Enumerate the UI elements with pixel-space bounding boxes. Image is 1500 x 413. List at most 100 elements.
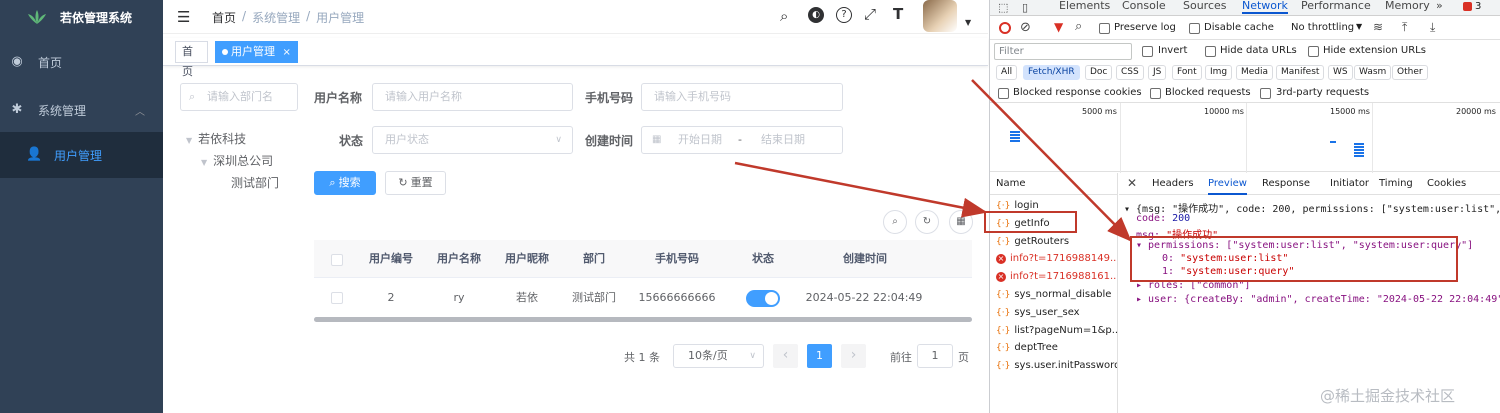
device-toolbar-icon[interactable]: ▯: [1022, 1, 1028, 14]
detail-tab-response[interactable]: Response: [1262, 178, 1310, 189]
chip-img[interactable]: Img: [1205, 65, 1233, 80]
github-icon[interactable]: ◐: [808, 7, 824, 23]
chip-js[interactable]: JS: [1148, 65, 1167, 80]
dept-search-input[interactable]: ⌕ 请输入部门名: [180, 83, 298, 111]
chip-all[interactable]: All: [996, 65, 1018, 80]
upload-icon[interactable]: ⤒: [1402, 20, 1407, 35]
detail-tab-timing[interactable]: Timing: [1379, 178, 1413, 189]
font-size-icon[interactable]: T: [893, 5, 903, 23]
page-size-select[interactable]: 10条/页 ∨: [673, 344, 764, 368]
devtools-tab-console[interactable]: Console: [1122, 0, 1166, 14]
detail-tab-preview[interactable]: Preview: [1208, 178, 1247, 195]
date-range-picker[interactable]: ▦ 开始日期 - 结束日期: [641, 126, 843, 154]
blocked-requests-checkbox[interactable]: [1150, 88, 1161, 99]
goto-label: 前往: [890, 351, 912, 364]
issues-icon[interactable]: [1463, 2, 1472, 11]
status-select[interactable]: 用户状态 ∨: [372, 126, 573, 154]
request-row[interactable]: {·} getRouters: [990, 233, 1117, 251]
page-1-button[interactable]: 1: [807, 344, 832, 368]
search-icon[interactable]: ⌕: [1075, 19, 1082, 34]
goto-page-input[interactable]: 1: [917, 344, 953, 368]
devtools-tab-network[interactable]: Network: [1242, 0, 1288, 14]
help-icon[interactable]: ?: [836, 7, 852, 23]
name-column-header[interactable]: Name: [990, 173, 1117, 195]
fullscreen-icon[interactable]: ⤢: [864, 5, 876, 23]
throttle-select[interactable]: No throttling: [1291, 22, 1354, 33]
chip-ws[interactable]: WS: [1328, 65, 1353, 80]
detail-tab-cookies[interactable]: Cookies: [1427, 178, 1466, 189]
more-tabs-icon[interactable]: »: [1436, 0, 1443, 14]
refresh-icon[interactable]: ↻: [915, 210, 939, 234]
chip-wasm[interactable]: Wasm: [1354, 65, 1392, 80]
clear-icon[interactable]: ⊘: [1020, 20, 1031, 35]
request-row[interactable]: × info?t=1716988161...: [990, 268, 1117, 286]
request-row[interactable]: {·} sys_user_sex: [990, 304, 1117, 322]
inspect-icon[interactable]: ⬚: [998, 1, 1008, 14]
row-checkbox[interactable]: [331, 292, 343, 304]
devtools-tab-sources[interactable]: Sources: [1183, 0, 1227, 14]
request-row[interactable]: {·} sys_normal_disable: [990, 286, 1117, 304]
preserve-log-checkbox[interactable]: [1099, 23, 1110, 34]
request-row[interactable]: {·} deptTree: [990, 339, 1117, 357]
tag-users[interactable]: 用户管理 ×: [215, 41, 298, 63]
username-input[interactable]: 请输入用户名称: [372, 83, 573, 111]
next-page-button[interactable]: ›: [841, 344, 866, 368]
app-logo[interactable]: 若依管理系统: [0, 0, 163, 34]
search-icon[interactable]: ⌕: [780, 7, 788, 25]
close-icon[interactable]: ✕: [1127, 176, 1137, 190]
record-icon[interactable]: [999, 22, 1011, 34]
chip-doc[interactable]: Doc: [1085, 65, 1113, 80]
caret-down-icon[interactable]: ▼: [965, 18, 971, 27]
table-scrollbar-thumb[interactable]: [314, 317, 972, 322]
search-button[interactable]: ⌕ 搜索: [314, 171, 376, 195]
avatar[interactable]: [923, 0, 957, 32]
timeline-overview[interactable]: 5000 ms 10000 ms 15000 ms 20000 ms: [990, 102, 1500, 173]
chip-font[interactable]: Font: [1172, 65, 1202, 80]
sidebar-item-users[interactable]: 👤 用户管理: [0, 132, 163, 178]
invert-checkbox[interactable]: [1142, 46, 1153, 57]
issues-count[interactable]: 3: [1475, 1, 1481, 12]
preview-user[interactable]: ▸ user: {createBy: "admin", createTime: …: [1136, 294, 1500, 305]
devtools-tab-performance[interactable]: Performance: [1301, 0, 1371, 14]
wifi-icon[interactable]: ≋: [1373, 20, 1383, 34]
search-toggle-icon[interactable]: ⌕: [883, 210, 907, 234]
hide-ext-urls-checkbox[interactable]: [1308, 46, 1319, 57]
sidebar-item-system[interactable]: ✱ 系统管理 ︿: [0, 86, 163, 134]
chip-media[interactable]: Media: [1236, 65, 1274, 80]
filter-icon[interactable]: ▼: [1054, 20, 1063, 34]
table-scrollbar-track[interactable]: [314, 317, 972, 322]
tree-node-leaf[interactable]: 测试部门: [231, 174, 279, 191]
tag-home[interactable]: 首页: [175, 41, 208, 78]
request-row[interactable]: {·} list?pageNum=1&p...: [990, 322, 1117, 340]
devtools-tab-memory[interactable]: Memory: [1385, 0, 1430, 14]
status-switch[interactable]: [746, 290, 780, 307]
sidebar-item-home[interactable]: ◉ 首页: [0, 38, 163, 86]
third-party-checkbox[interactable]: [1260, 88, 1271, 99]
request-row[interactable]: {·} sys.user.initPassword: [990, 357, 1117, 375]
download-icon[interactable]: ⤓: [1430, 20, 1435, 35]
tree-node-root[interactable]: ▼ 若依科技: [186, 130, 246, 147]
detail-tab-headers[interactable]: Headers: [1152, 178, 1194, 189]
chevron-down-icon[interactable]: ▼: [1356, 22, 1362, 31]
chip-manifest[interactable]: Manifest: [1276, 65, 1325, 80]
filter-input[interactable]: Filter: [994, 43, 1132, 60]
tree-node-branch[interactable]: ▼ 深圳总公司: [201, 152, 273, 169]
phone-input[interactable]: 请输入手机号码: [641, 83, 843, 111]
chip-other[interactable]: Other: [1392, 65, 1428, 80]
xhr-icon: {·}: [996, 361, 1011, 372]
hamburger-icon[interactable]: ☰: [177, 8, 190, 26]
close-icon[interactable]: ×: [283, 47, 291, 58]
disable-cache-checkbox[interactable]: [1189, 23, 1200, 34]
chip-fetch-xhr[interactable]: Fetch/XHR: [1023, 65, 1080, 80]
breadcrumb-home[interactable]: 首页: [212, 9, 236, 26]
blocked-cookies-checkbox[interactable]: [998, 88, 1009, 99]
select-all-checkbox[interactable]: [331, 254, 343, 266]
prev-page-button[interactable]: ‹: [773, 344, 798, 368]
request-row[interactable]: × info?t=1716988149...: [990, 250, 1117, 268]
detail-tab-initiator[interactable]: Initiator: [1330, 178, 1369, 189]
reset-button[interactable]: ↻ 重置: [385, 171, 446, 195]
columns-icon[interactable]: ▦: [949, 210, 973, 234]
devtools-tab-elements[interactable]: Elements: [1059, 0, 1110, 14]
chip-css[interactable]: CSS: [1116, 65, 1144, 80]
hide-data-urls-checkbox[interactable]: [1205, 46, 1216, 57]
